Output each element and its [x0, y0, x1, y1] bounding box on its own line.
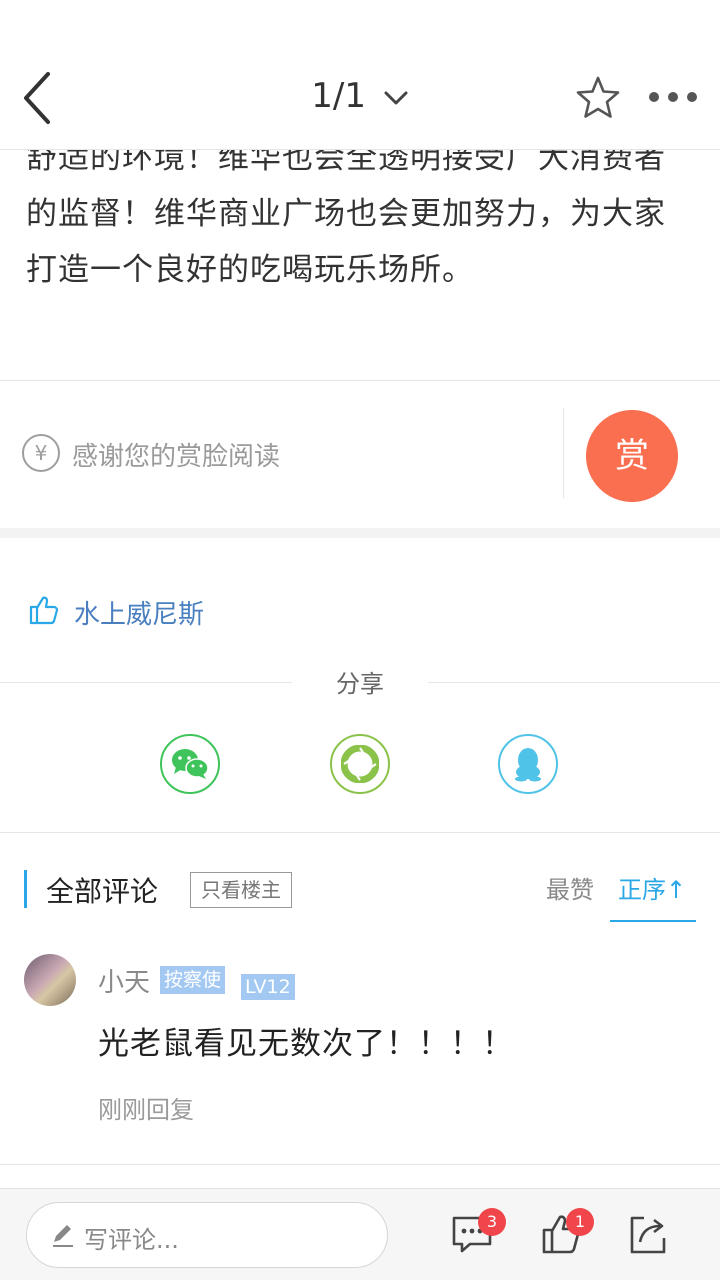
section-marker	[24, 870, 27, 908]
comment-input[interactable]	[26, 1202, 388, 1268]
active-tab-indicator	[610, 920, 696, 922]
top-bar: 1/1	[0, 0, 720, 150]
moments-icon	[341, 745, 379, 783]
wechat-icon	[172, 749, 209, 779]
thumbs-up-icon	[29, 596, 59, 625]
sort-chronological-tab[interactable]: 正序↑	[618, 870, 686, 905]
pencil-icon	[53, 1225, 73, 1247]
like-count-badge: 1	[566, 1208, 594, 1236]
yen-icon: ¥	[22, 434, 60, 472]
comments-title: 全部评论	[46, 875, 159, 908]
comment-text: 光老鼠看见无数次了！！！！	[98, 1026, 514, 1062]
comment-count-badge: 3	[478, 1208, 506, 1236]
star-icon[interactable]	[574, 74, 622, 122]
share-qq-button[interactable]	[498, 734, 558, 794]
avatar[interactable]	[24, 954, 76, 1006]
comment-username[interactable]: 小天	[98, 962, 150, 999]
share-divider-left	[0, 682, 292, 683]
share-moments-button[interactable]	[330, 734, 390, 794]
share-wechat-button[interactable]	[160, 734, 220, 794]
article-line: 的监督！维华商业广场也会更加努力，为大家	[26, 196, 666, 232]
article-body: 舒适的环境！维华也会全透明接受广大消费者 的监督！维华商业广场也会更加努力，为大…	[0, 150, 720, 380]
reward-separator	[563, 408, 564, 498]
article-line: 打造一个良好的吃喝玩乐场所。	[26, 252, 474, 288]
liked-by-user[interactable]: 水上威尼斯	[74, 594, 204, 631]
share-divider-right	[428, 682, 720, 683]
share-icon[interactable]	[626, 1212, 670, 1256]
only-op-button[interactable]: 只看楼主	[190, 872, 292, 908]
qq-icon	[515, 748, 541, 782]
chevron-down-icon	[384, 91, 408, 104]
article-line: 舒适的环境！维华也会全透明接受广大消费者	[26, 150, 666, 176]
section-gap	[0, 528, 720, 538]
sort-most-liked-tab[interactable]: 最赞	[546, 870, 594, 905]
role-badge: 按察使	[160, 966, 226, 994]
share-label: 分享	[336, 670, 384, 698]
level-badge: LV12	[241, 974, 295, 1000]
page-indicator: 1/1	[311, 76, 366, 116]
reward-button[interactable]: 赏	[586, 410, 678, 502]
comment-time: 刚刚回复	[98, 1096, 194, 1124]
reward-prompt: 感谢您的赏脸阅读	[72, 442, 281, 472]
comment-input-placeholder[interactable]: 写评论...	[84, 1220, 179, 1255]
divider	[0, 380, 720, 381]
divider	[0, 832, 720, 833]
divider	[0, 1164, 720, 1165]
article-text: 舒适的环境！维华也会全透明接受广大消费者 的监督！维华商业广场也会更加努力，为大…	[26, 150, 698, 298]
more-options-icon[interactable]	[646, 86, 700, 108]
